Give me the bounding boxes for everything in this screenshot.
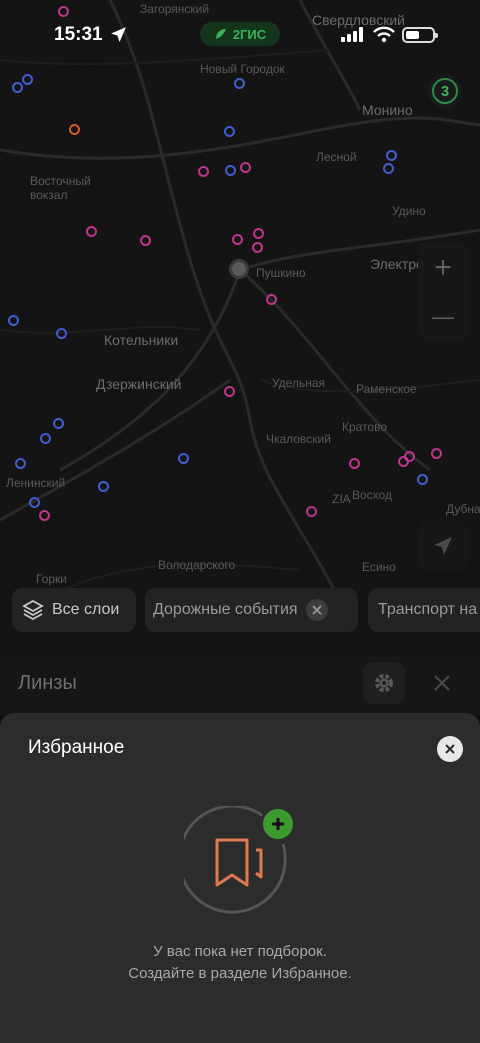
- lenses-title: Линзы: [18, 672, 77, 694]
- map-label: Электро: [370, 256, 424, 272]
- poi-marker[interactable]: [232, 234, 243, 245]
- poi-marker[interactable]: [253, 228, 264, 239]
- zoom-controls: + —: [418, 243, 468, 341]
- road-events-remove-button[interactable]: [305, 599, 328, 621]
- lenses-close-button[interactable]: [424, 665, 460, 701]
- traffic-level-value: 3: [432, 78, 458, 104]
- map-label: ZIA: [332, 492, 351, 506]
- poi-marker[interactable]: [86, 226, 97, 237]
- map-label: Володарского: [158, 558, 236, 572]
- transport-label: Транспорт на: [378, 601, 478, 618]
- poi-marker[interactable]: [349, 458, 360, 469]
- map-label: Удино: [392, 204, 426, 218]
- map-label: Новый Городок: [200, 62, 285, 76]
- poi-marker[interactable]: [53, 418, 64, 429]
- map-label: Чкаловский: [266, 432, 331, 446]
- poi-marker[interactable]: [252, 242, 263, 253]
- poi-marker[interactable]: [140, 235, 151, 246]
- map-label: Восход: [352, 488, 392, 502]
- all-layers-chip[interactable]: Все слои: [12, 588, 136, 632]
- close-icon: [434, 675, 450, 691]
- map-label: Раменское: [356, 382, 417, 396]
- battery-icon: [402, 27, 438, 43]
- road-events-label: Дорожные события: [153, 601, 298, 618]
- empty-state-message: У вас пока нет подборок. Создайте в разд…: [0, 941, 480, 985]
- poi-marker[interactable]: [240, 162, 251, 173]
- poi-marker[interactable]: [234, 78, 245, 89]
- map-label: Пушкино: [256, 266, 306, 280]
- poi-marker[interactable]: [178, 453, 189, 464]
- brand-pill[interactable]: 2ГИС: [200, 22, 280, 46]
- brand-name: 2ГИС: [232, 26, 267, 42]
- poi-marker[interactable]: [40, 433, 51, 444]
- zoom-out-button[interactable]: —: [418, 292, 468, 341]
- poi-marker[interactable]: [98, 481, 109, 492]
- gear-icon: [375, 674, 393, 692]
- poi-marker[interactable]: [404, 451, 415, 462]
- map-label: Загорянский: [140, 2, 210, 16]
- wifi-icon: [373, 26, 395, 43]
- map-label: Кратово: [342, 420, 388, 434]
- sheet-title: Избранное: [28, 737, 125, 758]
- close-icon: [311, 605, 322, 615]
- map-label: Дзержинский: [96, 376, 182, 392]
- map-label: Удельная: [272, 376, 326, 390]
- signal-icon: [341, 27, 363, 42]
- status-time: 15:31: [54, 24, 103, 45]
- empty-state-line: Создайте в разделе Избранное.: [128, 965, 352, 982]
- poi-marker[interactable]: [15, 458, 26, 469]
- poi-marker[interactable]: [266, 294, 277, 305]
- sheet-close-button[interactable]: [437, 736, 463, 762]
- navigation-arrow-icon: [434, 537, 452, 555]
- lenses-settings-button[interactable]: [363, 662, 405, 704]
- my-location-marker: [229, 259, 249, 279]
- lenses-bar: Линзы: [0, 655, 480, 715]
- poi-marker[interactable]: [56, 328, 67, 339]
- map-label: Восточный вокзал: [30, 174, 91, 202]
- map-label: Есино: [362, 560, 396, 574]
- plus-icon: [272, 818, 284, 830]
- poi-marker[interactable]: [8, 315, 19, 326]
- zoom-in-button[interactable]: +: [418, 243, 468, 292]
- map-label: Дубна: [446, 502, 480, 516]
- locate-me-button[interactable]: [418, 521, 468, 571]
- poi-marker[interactable]: [58, 6, 69, 17]
- poi-marker[interactable]: [29, 497, 40, 508]
- all-layers-label: Все слои: [52, 601, 120, 618]
- brand-logo-icon: [215, 29, 226, 39]
- poi-marker[interactable]: [224, 126, 235, 137]
- close-icon: [445, 744, 455, 754]
- map-label: Горки: [36, 572, 67, 586]
- empty-state-line: У вас пока нет подборок.: [153, 943, 327, 960]
- poi-marker[interactable]: [383, 163, 394, 174]
- road-events-chip[interactable]: Дорожные события: [145, 588, 358, 632]
- add-collection-badge[interactable]: [260, 806, 296, 842]
- layers-icon: [22, 599, 44, 621]
- poi-marker[interactable]: [225, 165, 236, 176]
- poi-marker[interactable]: [39, 510, 50, 521]
- poi-marker[interactable]: [224, 386, 235, 397]
- poi-marker[interactable]: [417, 474, 428, 485]
- poi-marker[interactable]: [198, 166, 209, 177]
- map-label: Монино: [362, 102, 413, 118]
- poi-marker[interactable]: [386, 150, 397, 161]
- map-label: Котельники: [104, 332, 179, 348]
- map-label: Ленинский: [6, 476, 66, 490]
- favorites-sheet: Избранное У вас пока нет подборок. Созда…: [0, 713, 480, 1043]
- location-arrow-icon: [111, 27, 126, 42]
- poi-marker[interactable]: [22, 74, 33, 85]
- poi-marker[interactable]: [12, 82, 23, 93]
- poi-marker[interactable]: [306, 506, 317, 517]
- poi-marker[interactable]: [69, 124, 80, 135]
- map-label: Лесной: [316, 150, 357, 164]
- traffic-level-button[interactable]: 3: [428, 74, 462, 108]
- transport-chip[interactable]: Транспорт на: [368, 588, 480, 632]
- poi-marker[interactable]: [431, 448, 442, 459]
